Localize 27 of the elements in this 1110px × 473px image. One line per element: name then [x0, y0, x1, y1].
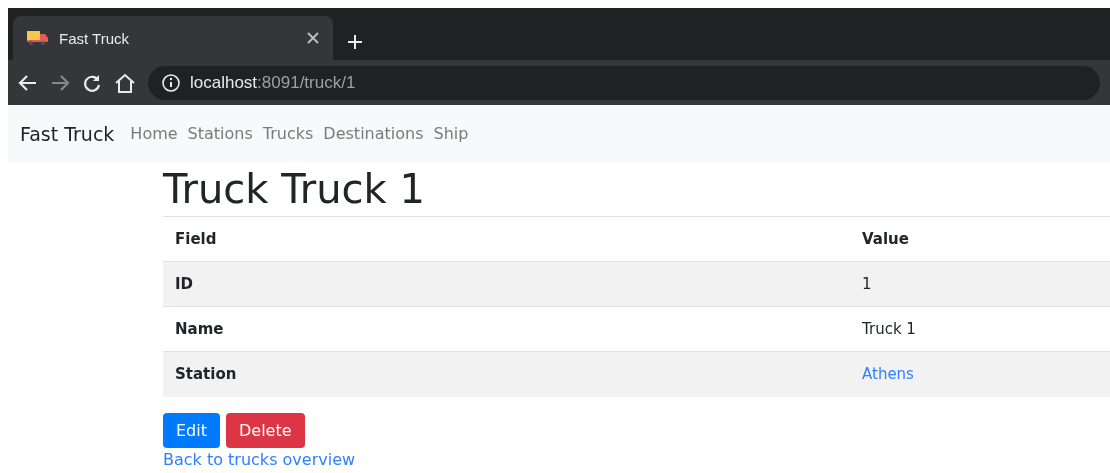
edit-button[interactable]: Edit [163, 412, 220, 448]
nav-link[interactable]: Trucks [262, 124, 314, 143]
close-icon[interactable] [307, 32, 319, 44]
table-cell: Station [163, 351, 850, 397]
nav-link[interactable]: Home [130, 124, 178, 143]
column-header: Field [163, 216, 850, 262]
table-cell: Name [163, 306, 850, 352]
truck-icon [27, 30, 49, 46]
back-icon[interactable] [18, 72, 38, 93]
table-cell: Truck 1 [850, 306, 1110, 352]
info-icon [162, 73, 180, 92]
home-icon[interactable] [114, 72, 136, 93]
nav-link[interactable]: Destinations [323, 124, 424, 143]
nav-link[interactable]: Stations [187, 124, 253, 143]
new-tab-icon[interactable] [347, 34, 363, 50]
address-bar[interactable]: localhost:8091/truck/1 [148, 65, 1100, 100]
browser-tab[interactable]: Fast Truck [13, 16, 333, 60]
station-link[interactable]: Athens [862, 365, 914, 384]
delete-button[interactable]: Delete [226, 412, 305, 448]
back-link[interactable]: Back to trucks overview [163, 449, 356, 469]
column-header: Value [850, 216, 1110, 262]
table-cell: ID [163, 261, 850, 307]
brand-link[interactable]: Fast Truck [20, 122, 115, 145]
table-cell: 1 [850, 261, 1110, 307]
page-heading: Truck Truck 1 [163, 165, 426, 214]
nav-link[interactable]: Ship [433, 124, 469, 143]
forward-icon[interactable] [50, 72, 70, 93]
